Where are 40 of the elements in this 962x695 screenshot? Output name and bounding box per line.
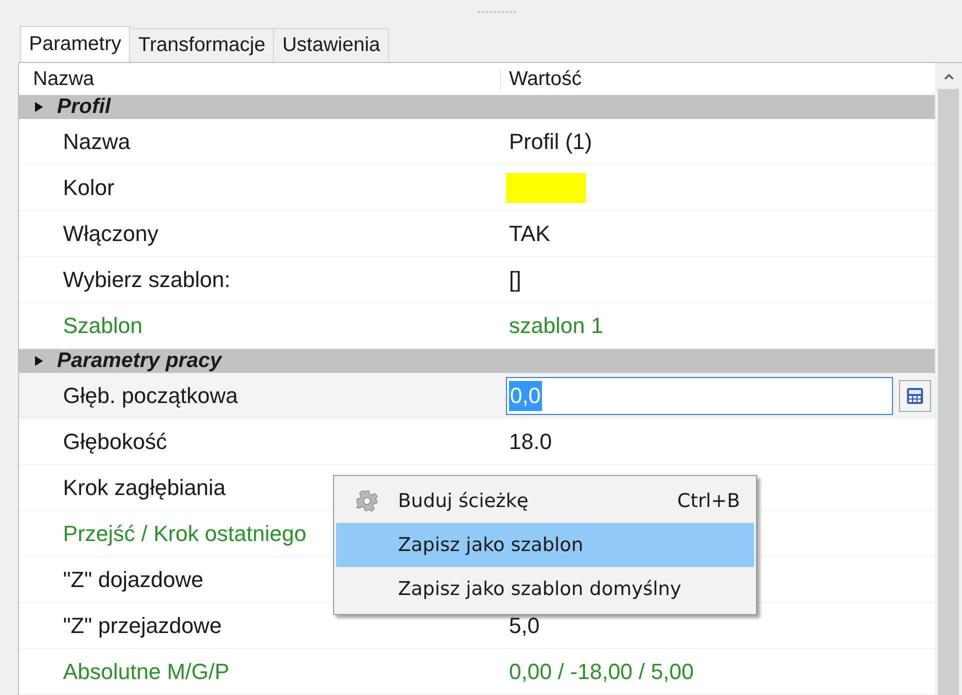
- property-value: 5,0: [508, 612, 540, 638]
- property-name: "Z" dojazdowe: [63, 566, 204, 592]
- property-name: "Z" przejazdowe: [63, 612, 222, 638]
- shortcut-label: Ctrl+B: [677, 490, 740, 512]
- category-title: Profil: [57, 95, 111, 119]
- collapse-icon[interactable]: [35, 356, 43, 366]
- grip-icon[interactable]: [478, 10, 518, 14]
- property-name: Włączony: [63, 220, 158, 246]
- column-header: Wartość: [500, 68, 582, 90]
- collapse-icon[interactable]: [35, 102, 43, 112]
- scrollbar[interactable]: [935, 63, 962, 695]
- property-value: Profil (1): [508, 128, 592, 154]
- property-name: Głęb. początkowa: [63, 382, 238, 408]
- category-row[interactable]: Parametry pracy: [19, 349, 935, 373]
- category-title: Parametry pracy: [57, 349, 222, 373]
- tab[interactable]: Parametry: [20, 26, 130, 62]
- property-name: Szablon: [63, 312, 143, 338]
- property-name: Nazwa: [63, 128, 130, 154]
- property-name: Kolor: [63, 174, 114, 200]
- property-value: 18.0: [508, 428, 552, 454]
- calculator-button[interactable]: [899, 380, 931, 412]
- menu-item[interactable]: Zapisz jako szablon: [336, 523, 754, 567]
- color-swatch[interactable]: [506, 172, 586, 202]
- column-header: Nazwa: [32, 68, 96, 90]
- property-value: szablon 1: [508, 312, 604, 338]
- property-value: []: [508, 266, 522, 292]
- scrollbar-thumb[interactable]: [938, 89, 959, 695]
- menu-item[interactable]: Buduj ścieżkę Ctrl+B: [336, 479, 754, 523]
- property-name: Przejść / Krok ostatniego: [63, 520, 306, 546]
- tab[interactable]: Ustawienia: [273, 28, 390, 62]
- menu-item[interactable]: Zapisz jako szablon domyślny: [336, 567, 754, 611]
- property-value: TAK: [508, 220, 550, 246]
- property-name: Absolutne M/G/P: [63, 658, 230, 684]
- calculator-icon: [906, 386, 924, 404]
- property-name: Krok zagłębiania: [63, 474, 226, 500]
- property-value: 0,00 / -18,00 / 5,00: [508, 658, 694, 684]
- scroll-up-icon[interactable]: [944, 73, 954, 80]
- category-row[interactable]: Profil: [19, 95, 935, 119]
- property-name: Wybierz szablon:: [63, 266, 230, 292]
- property-name: Głębokość: [63, 428, 167, 454]
